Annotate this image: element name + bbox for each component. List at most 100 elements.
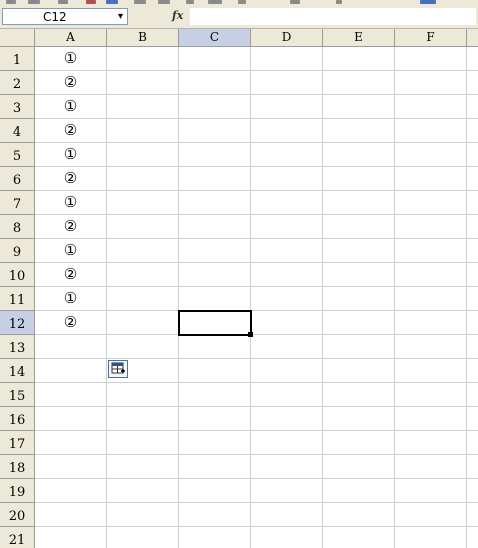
cell-partial[interactable] bbox=[467, 479, 478, 503]
cell-e17[interactable] bbox=[323, 431, 395, 455]
toolbar-icon[interactable] bbox=[106, 0, 118, 4]
cell-partial[interactable] bbox=[467, 71, 478, 95]
cell-f7[interactable] bbox=[395, 191, 467, 215]
cell-a7[interactable]: ① bbox=[35, 191, 107, 215]
cell-f5[interactable] bbox=[395, 143, 467, 167]
cell-d21[interactable] bbox=[251, 527, 323, 548]
cell-partial[interactable] bbox=[467, 359, 478, 383]
cell-a16[interactable] bbox=[35, 407, 107, 431]
cell-c8[interactable] bbox=[179, 215, 251, 239]
cell-e4[interactable] bbox=[323, 119, 395, 143]
cell-c1[interactable] bbox=[179, 47, 251, 71]
cell-c12[interactable] bbox=[179, 311, 251, 335]
cell-b20[interactable] bbox=[107, 503, 179, 527]
row-header-6[interactable]: 6 bbox=[0, 167, 35, 191]
cell-b3[interactable] bbox=[107, 95, 179, 119]
cell-a17[interactable] bbox=[35, 431, 107, 455]
cell-b9[interactable] bbox=[107, 239, 179, 263]
cell-d20[interactable] bbox=[251, 503, 323, 527]
cell-c5[interactable] bbox=[179, 143, 251, 167]
function-icon[interactable]: fx bbox=[172, 9, 183, 22]
cell-e19[interactable] bbox=[323, 479, 395, 503]
cell-d2[interactable] bbox=[251, 71, 323, 95]
cell-e1[interactable] bbox=[323, 47, 395, 71]
cell-a18[interactable] bbox=[35, 455, 107, 479]
row-header-13[interactable]: 13 bbox=[0, 335, 35, 359]
formula-input[interactable] bbox=[190, 8, 476, 25]
cell-partial[interactable] bbox=[467, 527, 478, 548]
cell-e14[interactable] bbox=[323, 359, 395, 383]
cell-partial[interactable] bbox=[467, 95, 478, 119]
cell-f17[interactable] bbox=[395, 431, 467, 455]
column-header-a[interactable]: A bbox=[35, 29, 107, 47]
cell-d18[interactable] bbox=[251, 455, 323, 479]
cell-f20[interactable] bbox=[395, 503, 467, 527]
cell-b11[interactable] bbox=[107, 287, 179, 311]
row-header-12[interactable]: 12 bbox=[0, 311, 35, 335]
cell-c6[interactable] bbox=[179, 167, 251, 191]
cell-b15[interactable] bbox=[107, 383, 179, 407]
row-header-8[interactable]: 8 bbox=[0, 215, 35, 239]
cell-partial[interactable] bbox=[467, 503, 478, 527]
cell-f8[interactable] bbox=[395, 215, 467, 239]
cell-c14[interactable] bbox=[179, 359, 251, 383]
row-header-1[interactable]: 1 bbox=[0, 47, 35, 71]
cell-d16[interactable] bbox=[251, 407, 323, 431]
cell-a19[interactable] bbox=[35, 479, 107, 503]
cell-a2[interactable]: ② bbox=[35, 71, 107, 95]
cell-d11[interactable] bbox=[251, 287, 323, 311]
cell-a6[interactable]: ② bbox=[35, 167, 107, 191]
cell-f1[interactable] bbox=[395, 47, 467, 71]
cell-partial[interactable] bbox=[467, 191, 478, 215]
cell-c2[interactable] bbox=[179, 71, 251, 95]
cell-partial[interactable] bbox=[467, 335, 478, 359]
cell-f14[interactable] bbox=[395, 359, 467, 383]
name-box[interactable]: C12 ▾ bbox=[2, 8, 128, 25]
row-header-15[interactable]: 15 bbox=[0, 383, 35, 407]
cell-e21[interactable] bbox=[323, 527, 395, 548]
cell-partial[interactable] bbox=[467, 383, 478, 407]
toolbar-icon[interactable] bbox=[58, 0, 68, 4]
cell-partial[interactable] bbox=[467, 143, 478, 167]
row-header-10[interactable]: 10 bbox=[0, 263, 35, 287]
chevron-down-icon[interactable]: ▾ bbox=[118, 10, 123, 24]
cell-partial[interactable] bbox=[467, 215, 478, 239]
cell-b16[interactable] bbox=[107, 407, 179, 431]
row-header-4[interactable]: 4 bbox=[0, 119, 35, 143]
cell-a5[interactable]: ① bbox=[35, 143, 107, 167]
cell-c15[interactable] bbox=[179, 383, 251, 407]
cell-partial[interactable] bbox=[467, 287, 478, 311]
fill-handle[interactable] bbox=[248, 332, 253, 337]
toolbar-icon[interactable] bbox=[28, 0, 40, 4]
cell-d12[interactable] bbox=[251, 311, 323, 335]
cell-c18[interactable] bbox=[179, 455, 251, 479]
cell-f11[interactable] bbox=[395, 287, 467, 311]
cell-f16[interactable] bbox=[395, 407, 467, 431]
cell-e2[interactable] bbox=[323, 71, 395, 95]
cell-partial[interactable] bbox=[467, 239, 478, 263]
cell-d4[interactable] bbox=[251, 119, 323, 143]
cell-e15[interactable] bbox=[323, 383, 395, 407]
cell-e3[interactable] bbox=[323, 95, 395, 119]
cell-f9[interactable] bbox=[395, 239, 467, 263]
cell-a3[interactable]: ① bbox=[35, 95, 107, 119]
cell-d7[interactable] bbox=[251, 191, 323, 215]
cell-c16[interactable] bbox=[179, 407, 251, 431]
cell-b2[interactable] bbox=[107, 71, 179, 95]
column-header-c[interactable]: C bbox=[179, 29, 251, 47]
cell-a10[interactable]: ② bbox=[35, 263, 107, 287]
cell-d6[interactable] bbox=[251, 167, 323, 191]
cell-partial[interactable] bbox=[467, 167, 478, 191]
cell-d9[interactable] bbox=[251, 239, 323, 263]
cell-b6[interactable] bbox=[107, 167, 179, 191]
cell-e12[interactable] bbox=[323, 311, 395, 335]
cell-e8[interactable] bbox=[323, 215, 395, 239]
cell-a12[interactable]: ② bbox=[35, 311, 107, 335]
cell-f3[interactable] bbox=[395, 95, 467, 119]
cell-c7[interactable] bbox=[179, 191, 251, 215]
cell-e20[interactable] bbox=[323, 503, 395, 527]
cell-b8[interactable] bbox=[107, 215, 179, 239]
cell-f13[interactable] bbox=[395, 335, 467, 359]
toolbar-icon[interactable] bbox=[290, 0, 300, 4]
toolbar-icon[interactable] bbox=[336, 0, 342, 4]
